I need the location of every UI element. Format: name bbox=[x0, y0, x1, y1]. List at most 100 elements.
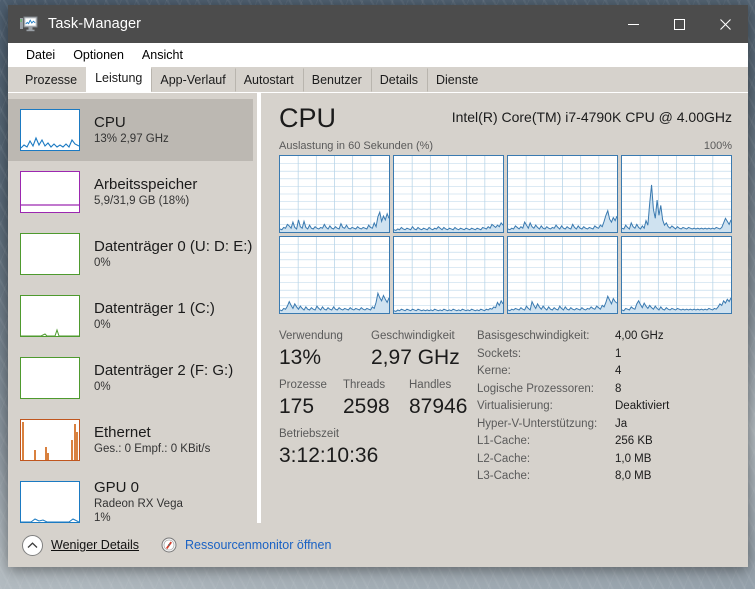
stat-betriebszeit-value: 3:12:10:36 bbox=[279, 444, 379, 467]
stat-prozesse-value: 175 bbox=[279, 395, 315, 418]
detail-label-logische-prozessoren: Logische Prozessoren: bbox=[477, 382, 594, 395]
ethernet-thumb-graph bbox=[20, 419, 80, 461]
fewer-details-button[interactable]: Weniger Details bbox=[51, 538, 139, 552]
menu-item-datei[interactable]: Datei bbox=[17, 46, 64, 64]
detail-row-kerne: Kerne: 4 bbox=[477, 363, 732, 381]
cpu-model-label: Intel(R) Core(TM) i7-4790K CPU @ 4.00GHz bbox=[451, 109, 732, 125]
tab-autostart[interactable]: Autostart bbox=[234, 68, 303, 92]
stat-geschwindigkeit: Geschwindigkeit 2,97 GHz bbox=[371, 328, 460, 371]
stats-row-1: Verwendung 13% Geschwindigkeit 2,97 GHz bbox=[279, 328, 475, 371]
gpu-thumb-graph bbox=[20, 481, 80, 523]
sidebar-scrollbar[interactable] bbox=[253, 93, 257, 523]
detail-value-l2-cache: 1,0 MB bbox=[615, 452, 652, 465]
tab-app-verlauf[interactable]: App-Verlauf bbox=[151, 68, 235, 92]
cpu-graph-2[interactable] bbox=[507, 155, 618, 233]
tab-benutzer[interactable]: Benutzer bbox=[302, 68, 371, 92]
logical-processor-graphs[interactable] bbox=[279, 155, 732, 314]
sidebar-item-datentraeger-2[interactable]: Datenträger 2 (F: G:) 0% bbox=[8, 347, 257, 409]
detail-row-l1-cache: L1-Cache: 256 KB bbox=[477, 433, 732, 451]
disk0-thumb-graph bbox=[20, 233, 80, 275]
detail-row-virtualisierung: Virtualisierung: Deaktiviert bbox=[477, 398, 732, 416]
sidebar-item-datentraeger-0[interactable]: Datenträger 0 (U: D: E:) 0% bbox=[8, 223, 257, 285]
detail-value-l1-cache: 256 KB bbox=[615, 435, 653, 447]
stat-prozesse: Prozesse 175 bbox=[279, 377, 343, 420]
detail-label-l3-cache: L3-Cache: bbox=[477, 470, 531, 482]
detail-label-l2-cache: L2-Cache: bbox=[477, 452, 531, 465]
stat-handles-label: Handles bbox=[409, 379, 452, 391]
tab-details[interactable]: Details bbox=[370, 68, 427, 92]
detail-value-logische-prozessoren: 8 bbox=[615, 382, 622, 395]
cpu-graph-6[interactable] bbox=[507, 236, 618, 314]
maximize-button[interactable] bbox=[656, 5, 702, 43]
cpu-graph-3[interactable] bbox=[621, 155, 732, 233]
cpu-stats: Verwendung 13% Geschwindigkeit 2,97 GHz … bbox=[279, 328, 732, 486]
detail-row-l3-cache: L3-Cache: 8,0 MB bbox=[477, 468, 732, 486]
sidebar-item-datentraeger-1-sub: 0% bbox=[94, 318, 111, 331]
tab-prozesse[interactable]: Prozesse bbox=[16, 68, 87, 92]
detail-row-l2-cache: L2-Cache: 1,0 MB bbox=[477, 451, 732, 469]
cpu-panel-header: CPU Intel(R) Core(TM) i7-4790K CPU @ 4.0… bbox=[279, 103, 732, 133]
sidebar-item-ethernet-title: Ethernet bbox=[94, 423, 151, 441]
sidebar-item-cpu[interactable]: CPU 13% 2,97 GHz bbox=[8, 99, 257, 161]
cpu-details-list: Basisgeschwindigkeit: 4,00 GHz Sockets: … bbox=[475, 328, 732, 486]
title-bar[interactable]: Task-Manager bbox=[8, 5, 748, 43]
sidebar-item-gpu-0[interactable]: GPU 0 Radeon RX Vega 1% bbox=[8, 471, 257, 523]
resource-monitor-icon[interactable] bbox=[161, 537, 177, 553]
detail-label-sockets: Sockets: bbox=[477, 347, 522, 360]
minimize-button[interactable] bbox=[610, 5, 656, 43]
disk2-thumb-graph bbox=[20, 357, 80, 399]
detail-row-sockets: Sockets: 1 bbox=[477, 346, 732, 364]
open-resource-monitor-link[interactable]: Ressourcenmonitor öffnen bbox=[185, 538, 331, 552]
tab-dienste[interactable]: Dienste bbox=[426, 68, 488, 92]
stat-betriebszeit-label: Betriebszeit bbox=[279, 428, 340, 440]
sidebar-item-ethernet-texts: Ethernet Ges.: 0 Empf.: 0 KBit/s bbox=[94, 424, 210, 457]
detail-label-l1-cache: L1-Cache: bbox=[477, 435, 531, 447]
sidebar-item-arbeitsspeicher-texts: Arbeitsspeicher 5,9/31,9 GB (18%) bbox=[94, 176, 197, 209]
detail-label-hyper-v: Hyper-V-Unterstützung: bbox=[477, 417, 598, 430]
detail-row-hyper-v: Hyper-V-Unterstützung: Ja bbox=[477, 416, 732, 434]
stat-prozesse-label: Prozesse bbox=[279, 379, 327, 391]
sidebar-item-cpu-texts: CPU 13% 2,97 GHz bbox=[94, 114, 169, 147]
sidebar-item-arbeitsspeicher[interactable]: Arbeitsspeicher 5,9/31,9 GB (18%) bbox=[8, 161, 257, 223]
sidebar-item-datentraeger-1-texts: Datenträger 1 (C:) 0% bbox=[94, 300, 215, 333]
cpu-graph-7[interactable] bbox=[621, 236, 732, 314]
stat-verwendung-label: Verwendung bbox=[279, 330, 343, 342]
detail-value-sockets: 1 bbox=[615, 347, 622, 360]
sidebar-item-gpu-0-sub: Radeon RX Vega bbox=[94, 498, 183, 510]
cpu-thumb-graph bbox=[20, 109, 80, 151]
window-title: Task-Manager bbox=[48, 16, 142, 32]
stat-threads-label: Threads bbox=[343, 379, 386, 391]
chevron-up-icon[interactable] bbox=[22, 534, 43, 556]
stat-verwendung: Verwendung 13% bbox=[279, 328, 371, 371]
stat-geschwindigkeit-value: 2,97 GHz bbox=[371, 346, 460, 369]
menu-item-ansicht[interactable]: Ansicht bbox=[133, 46, 192, 64]
detail-value-basisgeschwindigkeit: 4,00 GHz bbox=[615, 330, 664, 342]
sidebar-item-gpu-0-title: GPU 0 bbox=[94, 479, 140, 496]
content-area: CPU 13% 2,97 GHz Arbeitsspeicher 5,9/31,… bbox=[8, 93, 748, 523]
performance-sidebar: CPU 13% 2,97 GHz Arbeitsspeicher 5,9/31,… bbox=[8, 93, 261, 523]
stats-row-3: Betriebszeit 3:12:10:36 bbox=[279, 426, 475, 469]
detail-row-basisgeschwindigkeit: Basisgeschwindigkeit: 4,00 GHz bbox=[477, 328, 732, 346]
close-button[interactable] bbox=[702, 5, 748, 43]
sidebar-item-datentraeger-0-texts: Datenträger 0 (U: D: E:) 0% bbox=[94, 238, 252, 271]
detail-value-l3-cache: 8,0 MB bbox=[615, 470, 652, 482]
sidebar-item-ethernet[interactable]: Ethernet Ges.: 0 Empf.: 0 KBit/s bbox=[8, 409, 257, 471]
stat-threads: Threads 2598 bbox=[343, 377, 409, 420]
cpu-stats-left: Verwendung 13% Geschwindigkeit 2,97 GHz … bbox=[279, 328, 475, 486]
sidebar-item-arbeitsspeicher-sub: 5,9/31,9 GB (18%) bbox=[94, 194, 190, 207]
cpu-graph-4[interactable] bbox=[279, 236, 390, 314]
detail-label-basisgeschwindigkeit: Basisgeschwindigkeit: bbox=[477, 330, 590, 342]
detail-label-kerne: Kerne: bbox=[477, 365, 511, 377]
cpu-graph-0[interactable] bbox=[279, 155, 390, 233]
tab-leistung[interactable]: Leistung bbox=[86, 66, 152, 92]
sidebar-item-datentraeger-1-title: Datenträger 1 (C:) bbox=[94, 299, 215, 317]
sidebar-item-cpu-title: CPU bbox=[94, 113, 126, 131]
sidebar-item-arbeitsspeicher-title: Arbeitsspeicher bbox=[94, 175, 198, 193]
detail-value-hyper-v: Ja bbox=[615, 417, 628, 430]
sidebar-item-datentraeger-1[interactable]: Datenträger 1 (C:) 0% bbox=[8, 285, 257, 347]
stat-betriebszeit: Betriebszeit 3:12:10:36 bbox=[279, 426, 378, 469]
cpu-graph-1[interactable] bbox=[393, 155, 504, 233]
menu-bar: Datei Optionen Ansicht bbox=[8, 43, 748, 67]
cpu-graph-5[interactable] bbox=[393, 236, 504, 314]
menu-item-optionen[interactable]: Optionen bbox=[64, 46, 133, 64]
